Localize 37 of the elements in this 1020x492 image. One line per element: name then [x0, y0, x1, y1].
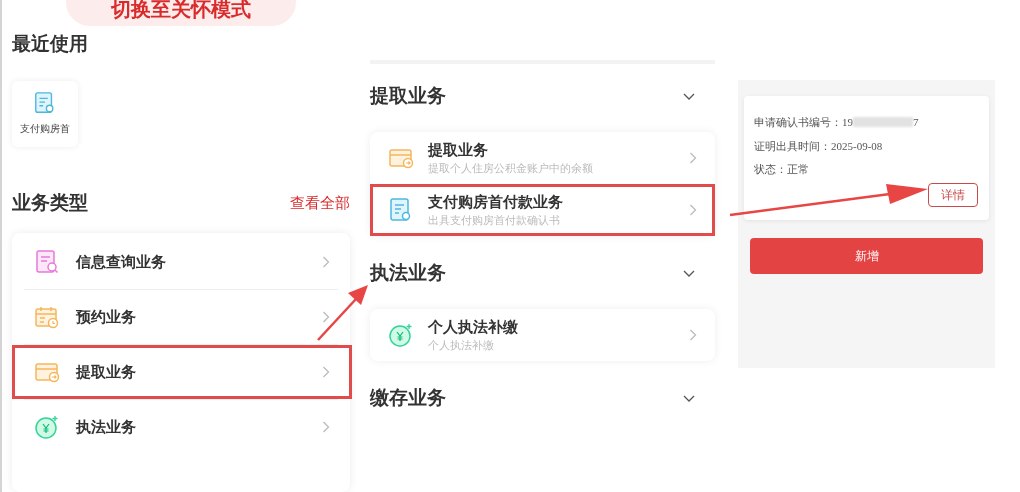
- field-label: 申请确认书编号：: [754, 115, 842, 130]
- field-value: 正常: [787, 162, 809, 177]
- chevron-right-icon: [689, 204, 697, 216]
- section-title: 执法业务: [370, 260, 446, 285]
- chevron-right-icon: [689, 329, 697, 341]
- list-item[interactable]: 支付购房首付款业务 出具支付购房首付款确认书: [370, 184, 715, 236]
- chevron-right-icon: [322, 366, 330, 378]
- view-all-link[interactable]: 查看全部: [290, 191, 350, 214]
- list-item[interactable]: 个人执法补缴 个人执法补缴: [370, 309, 715, 361]
- list-item[interactable]: 信息查询业务: [12, 235, 352, 289]
- section-title: 最近使用: [12, 32, 89, 56]
- chevron-right-icon: [322, 256, 330, 268]
- section-title: 提取业务: [370, 83, 446, 108]
- yuan-coin-icon: [388, 322, 414, 348]
- list-item[interactable]: 执法业务: [12, 400, 352, 454]
- section-title: 业务类型: [12, 190, 88, 215]
- field-label: 证明出具时间：: [754, 138, 831, 154]
- yuan-coin-icon: [34, 414, 60, 440]
- details-button[interactable]: 详情: [928, 182, 978, 207]
- field-value: 2025-09-08: [831, 138, 883, 154]
- chevron-right-icon: [322, 311, 330, 323]
- calendar-clock-icon: [34, 304, 60, 330]
- annotation-arrow: [317, 285, 368, 341]
- recent-item[interactable]: 支付购房首: [12, 80, 78, 147]
- list-item[interactable]: 提取业务: [12, 345, 352, 399]
- list-item[interactable]: 提取业务 提取个人住房公积金账户中的余额: [370, 132, 715, 184]
- section-title: 缴存业务: [370, 385, 446, 410]
- document-search-icon: [34, 249, 60, 275]
- field-value: 19: [842, 115, 853, 130]
- redaction-blur: [853, 117, 913, 128]
- field-value: 7: [913, 115, 919, 130]
- field-label: 状态：: [754, 162, 787, 177]
- document-search-icon: [33, 91, 57, 115]
- list-item[interactable]: 预约业务: [12, 290, 352, 344]
- add-button[interactable]: 新增: [750, 238, 983, 274]
- chevron-right-icon: [689, 152, 697, 164]
- chevron-right-icon: [322, 421, 330, 433]
